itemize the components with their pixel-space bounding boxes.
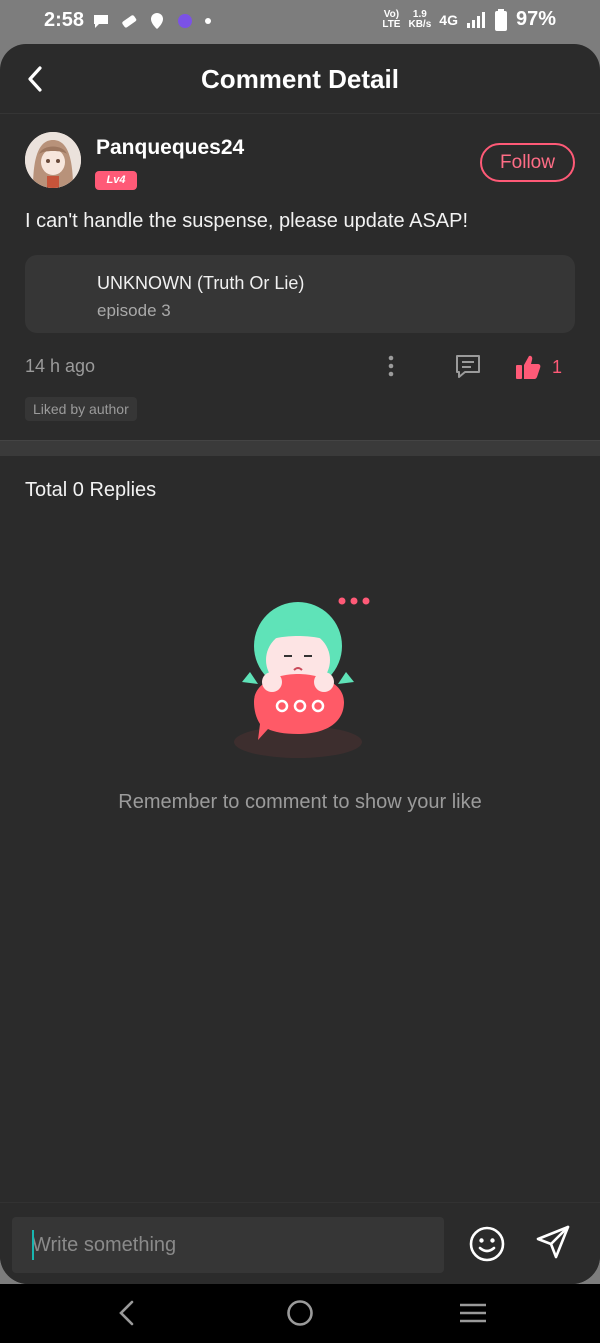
nav-home-icon[interactable] (286, 1299, 314, 1327)
nav-back-icon[interactable] (114, 1298, 140, 1328)
status-right: Vo) LTE 1.9 KB/s 4G 97% (382, 8, 556, 31)
liked-by-author-badge: Liked by author (25, 397, 137, 421)
system-navigation-bar (0, 1284, 600, 1343)
page-title: Comment Detail (201, 64, 399, 94)
like-button[interactable]: 1 (514, 352, 570, 382)
avatar-image (25, 132, 81, 188)
ticket-notification-icon (122, 15, 137, 28)
like-count: 1 (552, 356, 563, 377)
emoji-icon[interactable] (468, 1225, 506, 1263)
comment-text: I can't handle the suspense, please upda… (25, 210, 469, 232)
signal-icon (466, 11, 485, 28)
avatar[interactable] (25, 132, 81, 188)
thumbs-up-icon (516, 355, 541, 379)
speed-unit: KB/s (408, 18, 432, 30)
status-bar: 2:58 Vo) LTE 1.9 KB/s 4G 97% (0, 0, 600, 44)
level-badge: Lv4 (95, 171, 137, 190)
app-notification-icon (178, 14, 192, 28)
text-cursor (32, 1230, 34, 1260)
empty-replies-message: Remember to comment to show your like (118, 791, 482, 813)
chat-notification-icon (94, 15, 108, 28)
replies-count-title: Total 0 Replies (25, 479, 157, 501)
network-speed: 1.9 KB/s (408, 8, 432, 30)
lte-label: LTE (382, 18, 401, 30)
status-time: 2:58 (44, 9, 85, 31)
battery-percent: 97% (515, 8, 556, 30)
location-notification-icon (151, 13, 163, 29)
episode-subtitle: episode 3 (97, 301, 171, 319)
volte-label: Vo) (383, 8, 400, 20)
comment-icon[interactable] (453, 352, 483, 380)
more-vertical-icon[interactable] (381, 353, 401, 379)
empty-replies-illustration (234, 597, 370, 758)
network-type: 4G (439, 11, 458, 28)
battery-icon (494, 8, 507, 31)
episode-card[interactable]: UNKNOWN (Truth Or Lie) episode 3 (25, 255, 575, 333)
more-notifications-dot-icon (205, 18, 211, 24)
username[interactable]: Panqueques24 (96, 136, 244, 160)
comment-composer (0, 1202, 600, 1284)
comment-timestamp: 14 h ago (25, 356, 96, 376)
episode-title: UNKNOWN (Truth Or Lie) (97, 273, 305, 293)
write-comment-input[interactable] (12, 1217, 444, 1273)
speed-value: 1.9 (412, 8, 427, 20)
top-bar: Comment Detail (0, 44, 600, 114)
volte-indicator: Vo) LTE (382, 8, 401, 30)
comment-detail-sheet: Comment Detail Panqueques24 Lv4 Follow I… (0, 44, 600, 1284)
follow-button[interactable]: Follow (480, 143, 575, 182)
notification-icons (92, 12, 212, 30)
section-divider (0, 440, 600, 456)
nav-menu-icon[interactable] (458, 1301, 488, 1325)
send-icon[interactable] (534, 1223, 572, 1261)
